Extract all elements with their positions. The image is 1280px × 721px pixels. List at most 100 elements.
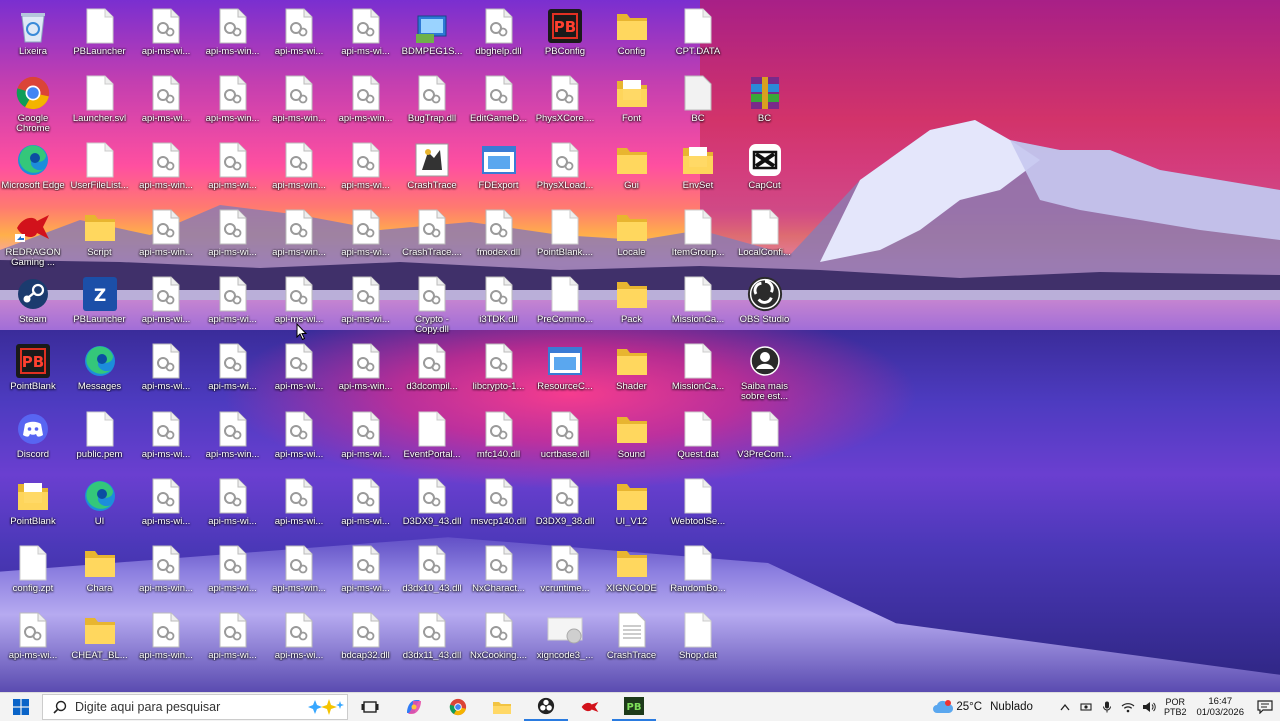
file-explorer-button[interactable] [480, 693, 524, 721]
desktop-icon[interactable]: ResourceC... [532, 339, 598, 405]
clock[interactable]: 16:47 01/03/2026 [1196, 696, 1244, 718]
desktop-icon[interactable]: api-ms-win... [133, 541, 199, 607]
desktop-icon[interactable]: api-ms-wi... [133, 339, 199, 405]
desktop-icon[interactable]: api-ms-wi... [333, 272, 399, 338]
desktop-icon[interactable]: api-ms-wi... [133, 71, 199, 137]
desktop-icon[interactable]: api-ms-wi... [200, 272, 266, 338]
desktop-icon[interactable]: LocalConfi... [732, 205, 798, 271]
language-indicator[interactable]: POR PTB2 [1164, 697, 1187, 717]
desktop-icon[interactable]: api-ms-win... [200, 407, 266, 473]
desktop-icon[interactable]: MissionCa... [665, 272, 731, 338]
desktop-icon[interactable]: dbghelp.dll [466, 4, 532, 70]
desktop-icon[interactable]: MissionCa... [665, 339, 731, 405]
desktop-icon[interactable]: config.zpt [0, 541, 66, 607]
desktop-icon[interactable]: CapCut [732, 138, 798, 204]
desktop-icon[interactable]: api-ms-wi... [266, 608, 332, 674]
desktop-icon[interactable]: BDMPEG1S... [399, 4, 465, 70]
desktop-icon[interactable]: CHEAT_BL... [67, 608, 133, 674]
desktop-icon[interactable]: Saiba mais sobre est... [732, 339, 798, 405]
desktop-icon[interactable]: PreCommo... [532, 272, 598, 338]
desktop-icon[interactable]: Messages [67, 339, 133, 405]
desktop-icon[interactable]: api-ms-wi... [200, 138, 266, 204]
desktop-icon[interactable]: api-ms-wi... [133, 272, 199, 338]
desktop-icon[interactable]: api-ms-wi... [200, 608, 266, 674]
search-box[interactable]: Digite aqui para pesquisar [42, 694, 348, 720]
desktop-icon[interactable]: api-ms-wi... [200, 541, 266, 607]
volume-button[interactable] [1139, 701, 1160, 713]
desktop-icon[interactable]: api-ms-wi... [266, 4, 332, 70]
desktop-icon[interactable]: WebtoolSe... [665, 474, 731, 540]
desktop-icon[interactable]: xigncode3_... [532, 608, 598, 674]
desktop-icon[interactable]: libcrypto-1... [466, 339, 532, 405]
desktop-icon[interactable]: PointBlank.... [532, 205, 598, 271]
start-button[interactable] [0, 693, 42, 721]
desktop-icon[interactable]: mfc140.dll [466, 407, 532, 473]
desktop-icon[interactable]: CrashTrace [599, 608, 665, 674]
desktop-icon[interactable]: api-ms-win... [133, 205, 199, 271]
desktop-icon[interactable]: Discord [0, 407, 66, 473]
desktop-icon[interactable]: RandomBo... [665, 541, 731, 607]
desktop-icon[interactable]: vcruntime... [532, 541, 598, 607]
desktop-icon[interactable]: BC [665, 71, 731, 137]
desktop-icon[interactable]: ucrtbase.dll [532, 407, 598, 473]
desktop-icon[interactable]: Quest.dat [665, 407, 731, 473]
desktop-icon[interactable]: api-ms-win... [333, 71, 399, 137]
desktop-icon[interactable]: api-ms-wi... [133, 407, 199, 473]
desktop-icon[interactable]: OBS Studio [732, 272, 798, 338]
desktop-icon[interactable]: api-ms-win... [200, 71, 266, 137]
desktop-icon[interactable]: Google Chrome [0, 71, 66, 137]
desktop-icon[interactable]: api-ms-win... [266, 541, 332, 607]
desktop-icon[interactable]: msvcp140.dll [466, 474, 532, 540]
desktop-icon[interactable]: api-ms-win... [266, 205, 332, 271]
task-view-button[interactable] [348, 693, 392, 721]
microphone-button[interactable] [1097, 701, 1118, 713]
desktop-icon[interactable]: CrashTrace [399, 138, 465, 204]
desktop-icon[interactable]: PhysXLoad... [532, 138, 598, 204]
desktop-icon[interactable]: d3dcompil... [399, 339, 465, 405]
desktop-icon[interactable]: Launcher.svl [67, 71, 133, 137]
show-hidden-icons-button[interactable] [1055, 703, 1076, 711]
desktop-icon[interactable]: Chara [67, 541, 133, 607]
copilot-button[interactable] [392, 693, 436, 721]
desktop-icon[interactable]: Shader [599, 339, 665, 405]
desktop-icon[interactable]: D3DX9_38.dll [532, 474, 598, 540]
desktop-icon[interactable]: Gui [599, 138, 665, 204]
desktop-icon[interactable]: api-ms-win... [266, 71, 332, 137]
desktop-icon[interactable]: api-ms-wi... [200, 339, 266, 405]
desktop-icon[interactable]: api-ms-win... [133, 138, 199, 204]
desktop-icon[interactable]: d3dx11_43.dll [399, 608, 465, 674]
desktop-icon[interactable]: api-ms-win... [200, 4, 266, 70]
desktop-icon[interactable]: BugTrap.dll [399, 71, 465, 137]
desktop-icon[interactable]: PB PointBlank [0, 339, 66, 405]
desktop-icon[interactable]: api-ms-wi... [333, 138, 399, 204]
network-button[interactable] [1118, 702, 1139, 713]
desktop-icon[interactable]: UserFileList... [67, 138, 133, 204]
desktop-icon[interactable]: EventPortal... [399, 407, 465, 473]
desktop-icon[interactable]: CPT.DATA [665, 4, 731, 70]
desktop-icon[interactable]: Shop.dat [665, 608, 731, 674]
desktop-icon[interactable]: api-ms-wi... [200, 474, 266, 540]
desktop-icon[interactable]: api-ms-wi... [266, 474, 332, 540]
desktop-icon[interactable]: fmodex.dll [466, 205, 532, 271]
desktop-icon[interactable]: PB PBConfig [532, 4, 598, 70]
desktop-icon[interactable]: api-ms-wi... [133, 474, 199, 540]
desktop-icon[interactable]: d3dx10_43.dll [399, 541, 465, 607]
desktop-icon[interactable]: Z PBLauncher [67, 272, 133, 338]
weather-widget[interactable] [930, 699, 956, 715]
desktop-icon[interactable]: REDRAGON Gaming ... [0, 205, 66, 271]
desktop-icon[interactable]: PhysXCore.... [532, 71, 598, 137]
desktop-icon[interactable]: api-ms-wi... [333, 4, 399, 70]
desktop-icon[interactable]: Locale [599, 205, 665, 271]
desktop-icon[interactable]: UI_V12 [599, 474, 665, 540]
desktop-icon[interactable]: api-ms-wi... [266, 407, 332, 473]
desktop-icon[interactable]: PointBlank [0, 474, 66, 540]
desktop-icon[interactable]: Steam [0, 272, 66, 338]
desktop-icon[interactable]: PBLauncher [67, 4, 133, 70]
desktop-icon[interactable]: Config [599, 4, 665, 70]
desktop-icon[interactable]: api-ms-win... [133, 608, 199, 674]
pointblank-taskbar-button[interactable]: PB [612, 693, 656, 721]
desktop-icon[interactable]: api-ms-win... [333, 339, 399, 405]
desktop-icon[interactable]: api-ms-wi... [333, 474, 399, 540]
desktop-icon[interactable]: CrashTrace.... [399, 205, 465, 271]
desktop-icon[interactable]: i3TDK.dll [466, 272, 532, 338]
